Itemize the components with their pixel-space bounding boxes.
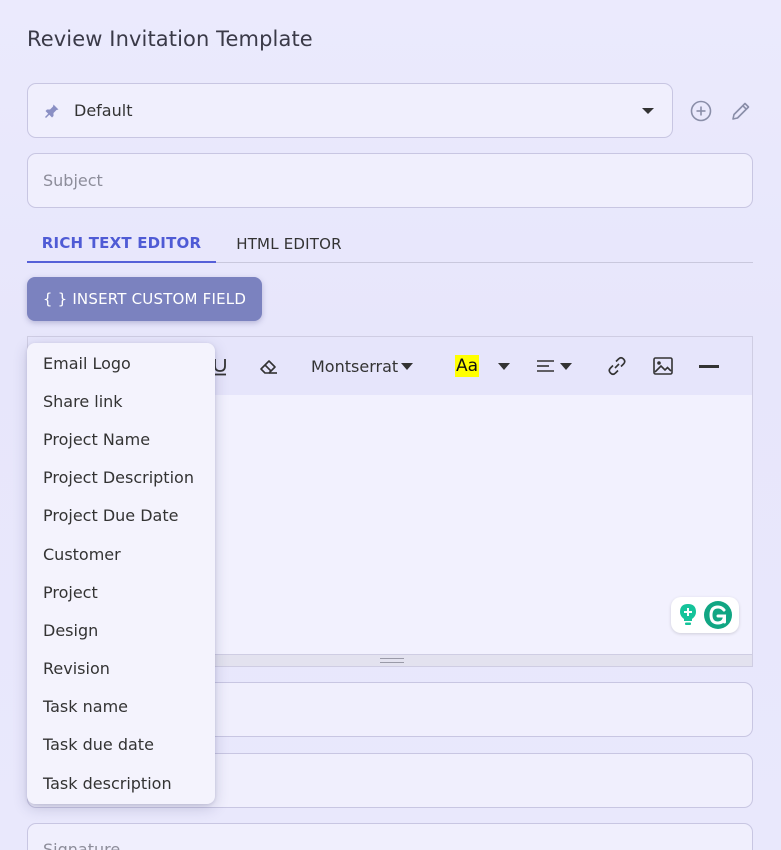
horizontal-rule-icon — [699, 364, 719, 368]
plus-circle-icon — [690, 100, 712, 122]
link-icon — [608, 356, 626, 376]
menu-item[interactable]: Customer — [27, 535, 215, 573]
page-title: Review Invitation Template — [27, 27, 313, 51]
edit-template-button[interactable] — [729, 99, 753, 123]
subject-field[interactable]: Subject — [27, 153, 753, 208]
insert-custom-field-button[interactable]: { } INSERT CUSTOM FIELD — [27, 277, 262, 321]
editor-tabs: RICH TEXT EDITOR HTML EDITOR — [27, 224, 753, 263]
menu-item[interactable]: Design — [27, 611, 215, 649]
menu-item[interactable]: Task due date — [27, 726, 215, 764]
clear-format-button[interactable] — [258, 354, 280, 378]
tab-html-editor[interactable]: HTML EDITOR — [216, 224, 362, 263]
font-family-value: Montserrat — [311, 356, 399, 376]
tab-rich-text-editor[interactable]: RICH TEXT EDITOR — [27, 224, 216, 263]
grammarly-icon — [704, 601, 732, 629]
insert-image-button[interactable] — [652, 354, 674, 378]
menu-item[interactable]: Revision — [27, 650, 215, 688]
template-select[interactable]: Default — [27, 83, 673, 138]
menu-item[interactable]: Email Logo — [27, 344, 215, 382]
menu-item[interactable]: Project Name — [27, 420, 215, 458]
menu-item[interactable]: Task description — [27, 764, 215, 802]
align-left-icon — [537, 360, 554, 372]
align-button[interactable] — [536, 354, 572, 378]
menu-item[interactable]: Share link — [27, 382, 215, 420]
eraser-icon — [260, 360, 277, 374]
grip-icon — [380, 658, 404, 663]
chevron-down-icon — [642, 107, 654, 114]
menu-item[interactable]: Project Description — [27, 459, 215, 497]
pin-icon — [44, 103, 60, 119]
caret-down-icon — [560, 362, 572, 370]
subject-placeholder: Subject — [43, 171, 103, 190]
signature-field[interactable]: Signature — [27, 823, 753, 850]
template-select-value: Default — [74, 101, 133, 120]
signature-placeholder: Signature — [43, 840, 121, 850]
image-icon — [653, 357, 673, 375]
highlight-icon: Aa — [455, 355, 480, 377]
font-family-select[interactable]: Montserrat — [311, 354, 414, 378]
menu-item[interactable]: Task name — [27, 688, 215, 726]
add-template-button[interactable] — [689, 99, 713, 123]
insert-link-button[interactable] — [606, 354, 628, 378]
custom-fields-menu: Email Logo Share link Project Name Proje… — [27, 343, 215, 804]
menu-item[interactable]: Project — [27, 573, 215, 611]
highlight-color-button[interactable]: Aa — [455, 354, 511, 378]
lightbulb-icon — [680, 604, 696, 625]
horizontal-rule-button[interactable] — [699, 354, 719, 378]
caret-down-icon — [401, 362, 414, 370]
grammarly-widget[interactable] — [671, 597, 739, 633]
pencil-icon — [732, 102, 750, 120]
menu-item[interactable]: Project Due Date — [27, 497, 215, 535]
caret-down-icon — [498, 362, 511, 370]
